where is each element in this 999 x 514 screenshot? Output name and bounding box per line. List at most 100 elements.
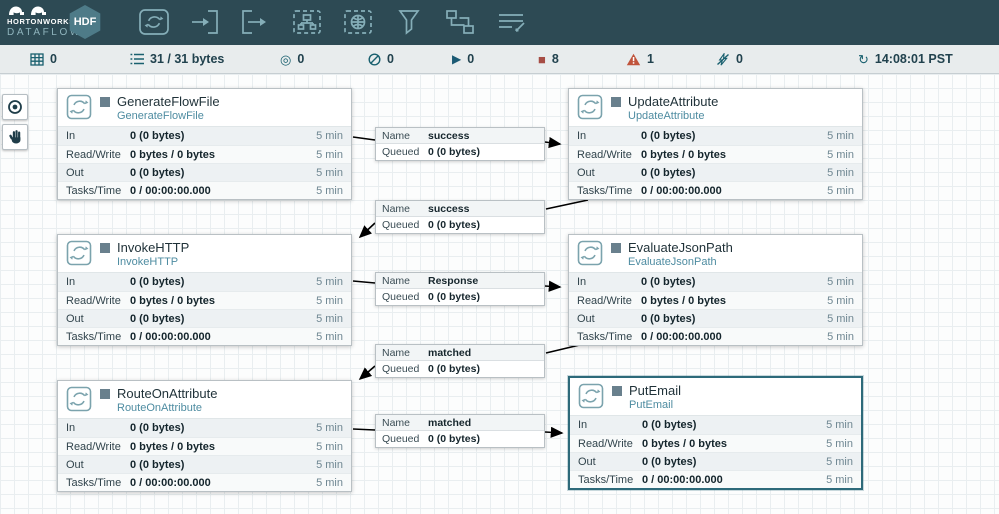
- hortonworks-logo: HORTONWORKS DATAFLOW: [7, 2, 65, 38]
- remote-process-group-icon[interactable]: [340, 7, 376, 37]
- stat-value: 0 (0 bytes): [641, 167, 827, 179]
- threads-grid-icon: [30, 53, 44, 66]
- queued-label: Queued: [382, 433, 422, 445]
- stat-label: Tasks/Time: [578, 474, 642, 486]
- stat-window: 5 min: [316, 477, 343, 489]
- queued-label: Queued: [382, 219, 422, 231]
- name-label: Name: [382, 347, 422, 359]
- stat-value: 0 bytes / 0 bytes: [130, 441, 316, 453]
- input-port-icon[interactable]: [187, 7, 223, 37]
- stat-value: 0 (0 bytes): [642, 419, 826, 431]
- stopped-indicator-icon: [611, 97, 621, 107]
- stat-row-in: In0 (0 bytes)5 min: [570, 416, 861, 434]
- stat-label: Read/Write: [578, 438, 642, 450]
- refresh-time: 14:08:01 PST: [875, 52, 953, 66]
- stat-value: 0 (0 bytes): [130, 459, 316, 471]
- connection-name-row: Namesuccess: [376, 128, 544, 144]
- stat-value: 0 bytes / 0 bytes: [641, 295, 827, 307]
- stopped-indicator-icon: [100, 97, 110, 107]
- stat-row-out: Out0 (0 bytes)5 min: [58, 163, 351, 181]
- processor-stamp-icon: [66, 240, 92, 266]
- stat-row-readwrite: Read/Write0 bytes / 0 bytes5 min: [58, 291, 351, 309]
- stat-window: 5 min: [826, 419, 853, 431]
- stat-label: Read/Write: [577, 149, 641, 161]
- output-port-icon[interactable]: [238, 7, 274, 37]
- processor-stamp-icon: [66, 386, 92, 412]
- refresh-status[interactable]: ↻ 14:08:01 PST: [858, 45, 953, 73]
- connection-label-success-1[interactable]: Namesuccess Queued0 (0 bytes): [375, 127, 545, 161]
- disabled-count: 0: [736, 52, 743, 66]
- processor-node-routeonattribute[interactable]: RouteOnAttribute RouteOnAttribute In0 (0…: [57, 380, 352, 492]
- queued-list-icon: [130, 53, 144, 65]
- processor-node-invokehttp[interactable]: InvokeHTTP InvokeHTTP In0 (0 bytes)5 min…: [57, 234, 352, 346]
- connection-label-success-2[interactable]: Namesuccess Queued0 (0 bytes): [375, 200, 545, 234]
- process-group-icon[interactable]: [289, 7, 325, 37]
- stat-window: 5 min: [827, 295, 854, 307]
- connection-label-matched-1[interactable]: Namematched Queued0 (0 bytes): [375, 344, 545, 378]
- stat-value: 0 (0 bytes): [130, 422, 316, 434]
- operate-button[interactable]: [2, 124, 28, 150]
- hdf-badge-text: HDF: [74, 16, 97, 28]
- disabled-status: 0: [716, 45, 743, 73]
- flow-canvas[interactable]: GenerateFlowFile GenerateFlowFile In0 (0…: [0, 74, 999, 514]
- processor-node-updateattribute[interactable]: UpdateAttribute UpdateAttribute In0 (0 b…: [568, 88, 863, 200]
- stat-label: Out: [66, 459, 130, 471]
- invalid-count: 1: [647, 52, 654, 66]
- funnel-icon[interactable]: [391, 7, 427, 37]
- processor-node-evaluatejsonpath[interactable]: EvaluateJsonPath EvaluateJsonPath In0 (0…: [568, 234, 863, 346]
- processor-titles: RouteOnAttribute RouteOnAttribute: [100, 386, 217, 414]
- transmitting-count: 0: [297, 52, 304, 66]
- stat-label: In: [66, 422, 130, 434]
- template-icon[interactable]: [442, 7, 478, 37]
- transmitting-icon: ◎: [280, 53, 291, 66]
- stat-window: 5 min: [316, 295, 343, 307]
- processor-stats: In0 (0 bytes)5 min Read/Write0 bytes / 0…: [569, 272, 862, 345]
- stopped-status: ■ 8: [538, 45, 559, 73]
- stat-label: Read/Write: [66, 441, 130, 453]
- name-value: success: [428, 130, 469, 142]
- processor-icon[interactable]: [136, 7, 172, 37]
- stopped-indicator-icon: [100, 243, 110, 253]
- stat-label: In: [578, 419, 642, 431]
- stat-value: 0 / 00:00:00.000: [641, 331, 827, 343]
- brand-line1: HORTONWORKS: [7, 17, 65, 26]
- processor-node-putemail[interactable]: PutEmail PutEmail In0 (0 bytes)5 min Rea…: [568, 376, 863, 490]
- stat-window: 5 min: [316, 149, 343, 161]
- processor-titles: InvokeHTTP InvokeHTTP: [100, 240, 189, 268]
- stat-label: Tasks/Time: [577, 185, 641, 197]
- stat-row-out: Out0 (0 bytes)5 min: [58, 455, 351, 473]
- processor-stats: In0 (0 bytes)5 min Read/Write0 bytes / 0…: [58, 272, 351, 345]
- processor-stats: In0 (0 bytes)5 min Read/Write0 bytes / 0…: [570, 415, 861, 488]
- connection-label-matched-2[interactable]: Namematched Queued0 (0 bytes): [375, 414, 545, 448]
- stat-row-taskstime: Tasks/Time0 / 00:00:00.0005 min: [570, 470, 861, 488]
- elephants-icon: [7, 2, 51, 17]
- refresh-icon[interactable]: ↻: [858, 53, 869, 66]
- processor-header: GenerateFlowFile GenerateFlowFile: [58, 89, 351, 126]
- stat-value: 0 (0 bytes): [130, 167, 316, 179]
- processor-stamp-icon: [577, 94, 603, 120]
- processor-node-generateflowfile[interactable]: GenerateFlowFile GenerateFlowFile In0 (0…: [57, 88, 352, 200]
- processor-type: InvokeHTTP: [117, 256, 189, 268]
- hand-icon: [7, 129, 23, 145]
- stat-value: 0 bytes / 0 bytes: [642, 438, 826, 450]
- navigate-button[interactable]: [2, 94, 28, 120]
- label-icon[interactable]: [493, 7, 529, 37]
- stat-label: Read/Write: [577, 295, 641, 307]
- processor-stamp-icon: [578, 383, 604, 409]
- stopped-indicator-icon: [100, 389, 110, 399]
- stat-label: In: [66, 276, 130, 288]
- name-label: Name: [382, 417, 422, 429]
- stat-label: Out: [577, 313, 641, 325]
- connection-label-response[interactable]: NameResponse Queued0 (0 bytes): [375, 272, 545, 306]
- not-transmitting-count: 0: [387, 52, 394, 66]
- stat-row-readwrite: Read/Write0 bytes / 0 bytes5 min: [569, 291, 862, 309]
- connection-name-row: NameResponse: [376, 273, 544, 289]
- stat-window: 5 min: [827, 185, 854, 197]
- processor-stats: In0 (0 bytes)5 min Read/Write0 bytes / 0…: [58, 126, 351, 199]
- stat-window: 5 min: [316, 422, 343, 434]
- stat-value: 0 (0 bytes): [642, 456, 826, 468]
- processor-title: PutEmail: [629, 383, 681, 398]
- brand-line2: DATAFLOW: [7, 27, 65, 38]
- stat-window: 5 min: [316, 276, 343, 288]
- processor-title: EvaluateJsonPath: [628, 240, 733, 255]
